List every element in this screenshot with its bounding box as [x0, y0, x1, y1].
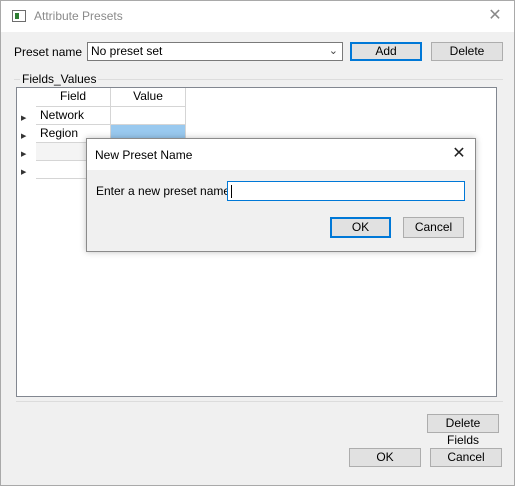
table-row-value[interactable] — [111, 107, 186, 125]
dialog-title: New Preset Name — [95, 148, 193, 162]
ok-button[interactable]: OK — [349, 448, 421, 467]
add-button[interactable]: Add — [350, 42, 422, 61]
delete-fields-button[interactable]: Delete Fields — [427, 414, 499, 447]
table-row-field[interactable]: Network — [36, 107, 111, 125]
close-icon[interactable]: ✕ — [485, 6, 505, 26]
preset-name-input[interactable] — [227, 181, 465, 201]
row-expand-icon[interactable]: ▶ — [21, 150, 26, 158]
column-header-value[interactable]: Value — [111, 88, 186, 107]
app-icon — [12, 10, 26, 22]
dialog-close-icon[interactable]: ✕ — [449, 144, 469, 164]
cancel-button[interactable]: Cancel — [430, 448, 502, 467]
column-header-field[interactable]: Field — [36, 88, 111, 107]
row-expand-icon[interactable]: ▶ — [21, 168, 26, 176]
preset-select[interactable]: No preset set ⌄ — [87, 42, 343, 61]
group-title: Fields_Values — [20, 72, 99, 86]
window-title: Attribute Presets — [34, 9, 123, 23]
row-expand-icon[interactable]: ▶ — [21, 114, 26, 122]
text-caret — [231, 185, 232, 198]
new-preset-name-dialog: New Preset Name ✕ Enter a new preset nam… — [86, 138, 476, 252]
dialog-ok-button[interactable]: OK — [330, 217, 391, 238]
dialog-prompt-label: Enter a new preset name. — [96, 184, 234, 198]
attribute-presets-window: Attribute Presets ✕ Preset name No prese… — [0, 0, 515, 486]
preset-select-value: No preset set — [91, 44, 163, 58]
delete-button[interactable]: Delete — [431, 42, 503, 61]
dialog-cancel-button[interactable]: Cancel — [403, 217, 464, 238]
chevron-down-icon: ⌄ — [328, 45, 338, 57]
preset-name-label: Preset name — [14, 45, 83, 59]
row-expand-icon[interactable]: ▶ — [21, 132, 26, 140]
